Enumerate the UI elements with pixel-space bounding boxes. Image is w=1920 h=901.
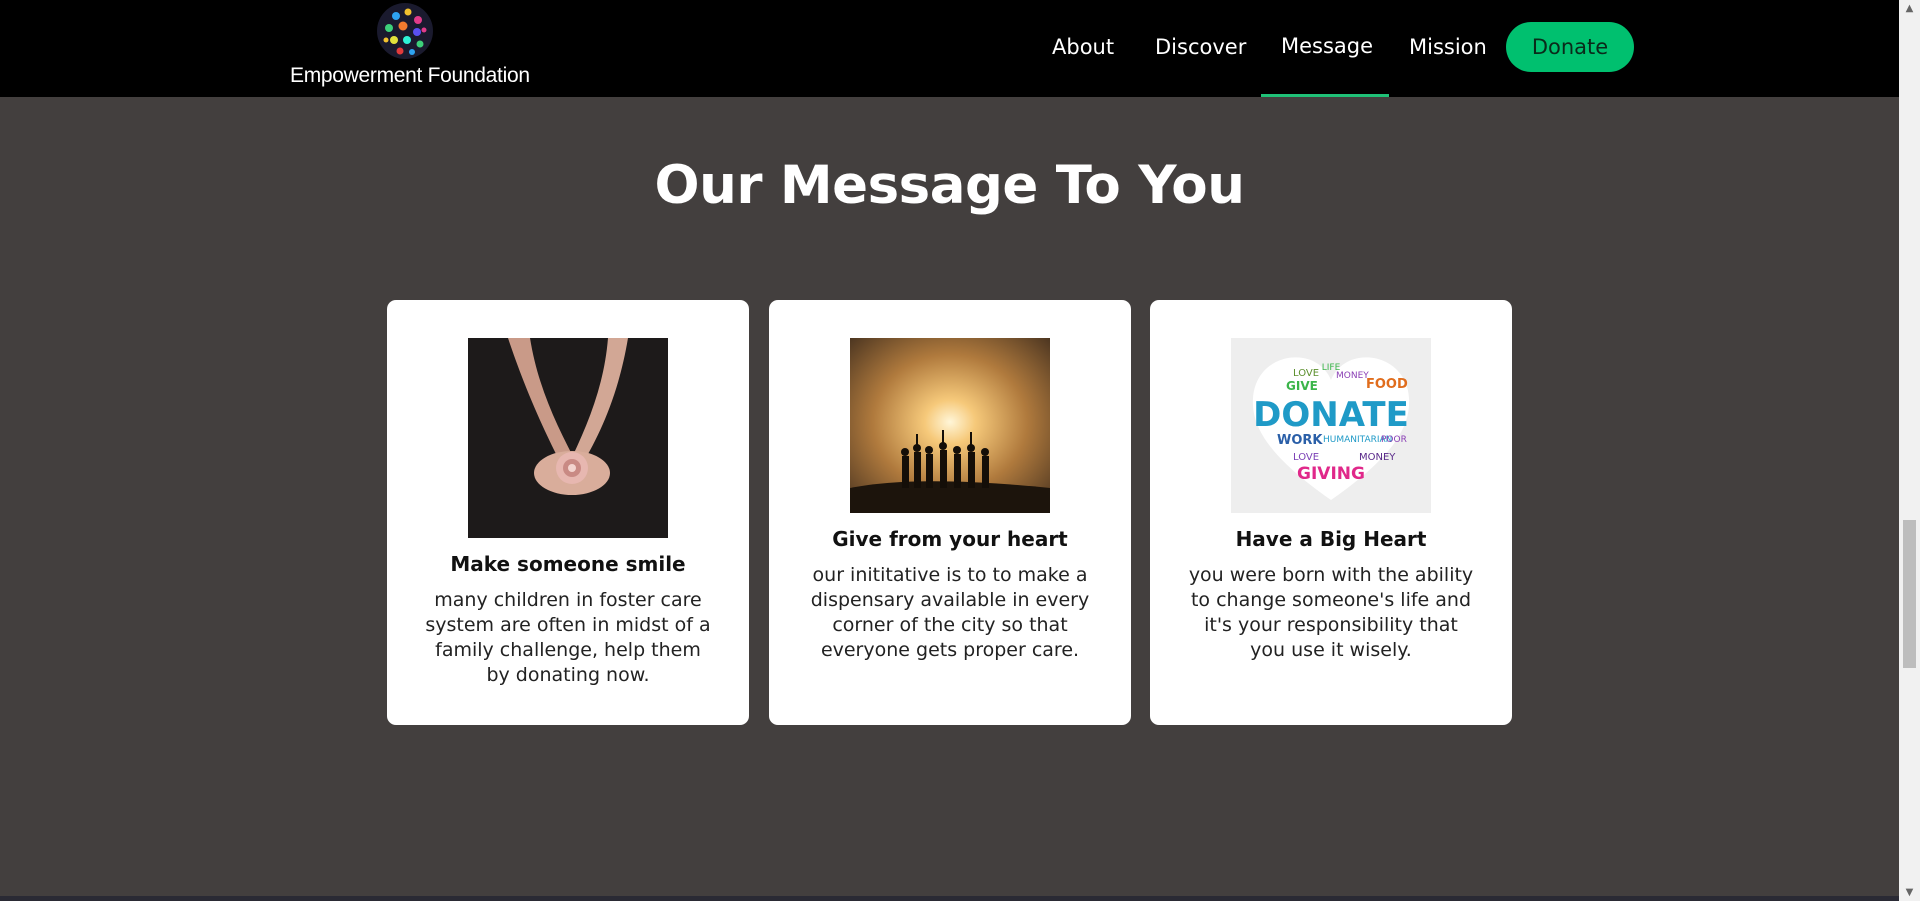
globe-logo-icon [377,3,433,59]
donate-button[interactable]: Donate [1506,22,1634,72]
message-card-smile: Make someone smile many children in fost… [387,300,749,725]
nav-discover[interactable]: Discover [1155,35,1246,59]
heart-word: POOR [1381,435,1407,445]
heart-word: GIVE [1286,379,1318,393]
brand-name: Empowerment Foundation [290,64,530,87]
heart-word: FOOD [1366,377,1408,392]
nav-message[interactable]: Message [1281,34,1373,58]
scroll-up-arrow-icon[interactable]: ▲ [1899,0,1920,17]
page-scrollbar[interactable]: ▲ ▼ [1899,0,1920,901]
brand[interactable]: Empowerment Foundation [290,0,530,97]
donate-word-heart-image: LIFE LOVE GIVE MONEY FOOD DONATE WORK HU… [1231,338,1431,513]
nav-about[interactable]: About [1052,35,1114,59]
sunset-group-image [850,338,1050,513]
card-title: Make someone smile [450,552,686,576]
active-nav-underline [1261,94,1389,97]
heart-word: MONEY [1359,452,1396,463]
heart-word: DONATE [1253,395,1409,435]
heart-word: MONEY [1336,371,1369,381]
bottom-edge [0,896,1899,901]
message-card-heart: Give from your heart our inititative is … [769,300,1131,725]
message-card-big-heart: LIFE LOVE GIVE MONEY FOOD DONATE WORK HU… [1150,300,1512,725]
hands-heart-image [468,338,668,538]
card-text: you were born with the ability to change… [1188,564,1474,661]
card-text: many children in foster care system are … [425,589,711,686]
heart-word: GIVING [1297,464,1365,484]
card-title: Give from your heart [832,527,1068,551]
scroll-down-arrow-icon[interactable]: ▼ [1899,884,1920,901]
card-text: our inititative is to to make a dispensa… [810,564,1090,661]
heart-word: WORK [1277,433,1323,448]
card-title: Have a Big Heart [1235,527,1427,551]
section-title: Our Message To You [654,155,1245,216]
heart-word: LOVE [1293,452,1319,463]
heart-word: LOVE [1293,368,1319,379]
top-navbar: Empowerment Foundation About Discover Me… [0,0,1899,97]
scroll-thumb[interactable] [1903,520,1916,668]
nav-mission[interactable]: Mission [1409,35,1487,59]
